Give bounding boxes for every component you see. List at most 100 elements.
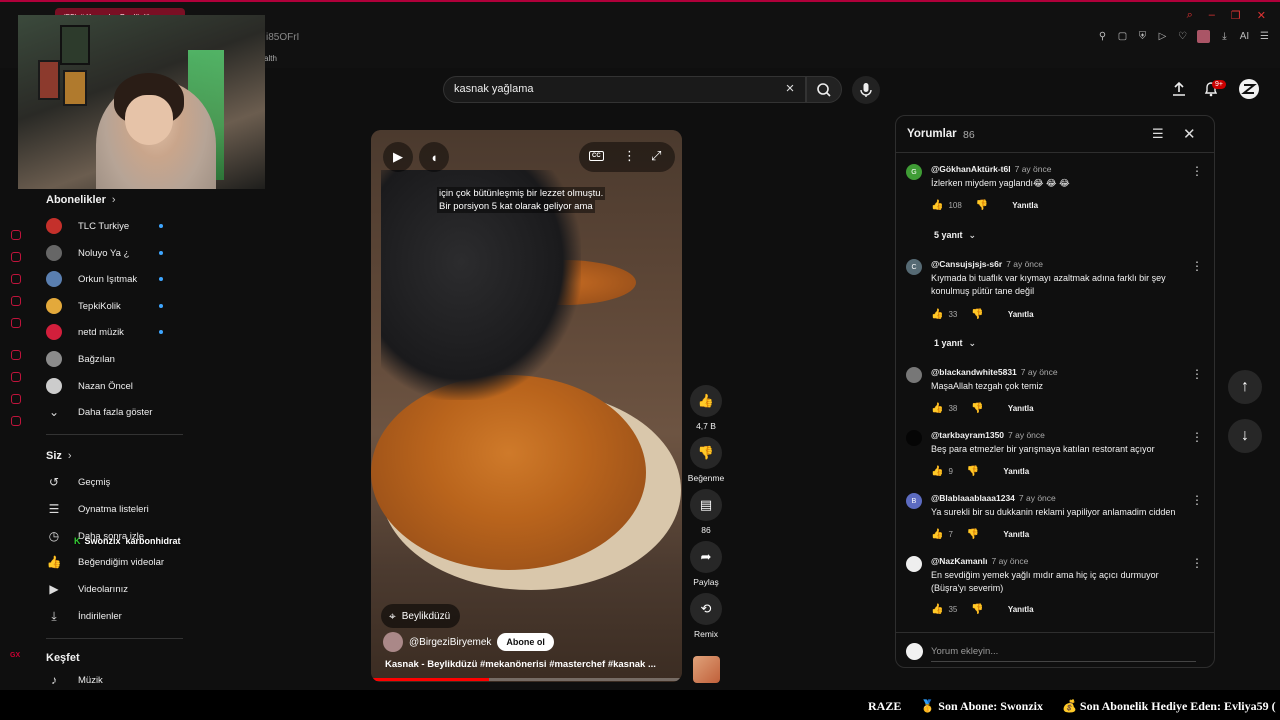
screenshot-icon[interactable]: ▢ <box>1117 31 1128 42</box>
search-icon[interactable]: ⌕ <box>1187 9 1193 22</box>
comment-avatar[interactable] <box>906 556 922 572</box>
thumb-down-icon[interactable]: 👎 <box>971 403 983 414</box>
thumb-up-icon[interactable]: 👍 <box>931 604 943 615</box>
comment-author[interactable]: @blackandwhite5831 <box>931 367 1017 377</box>
thumb-down-icon[interactable]: 👎 <box>967 466 979 477</box>
comment-avatar[interactable] <box>906 430 922 446</box>
sidebar-item-subscription[interactable]: TLC Turkiye <box>46 214 196 238</box>
comment-avatar[interactable]: C <box>906 259 922 275</box>
video-title[interactable]: Kasnak - Beylikdüzü #mekanönerisi #maste… <box>385 659 656 670</box>
sound-thumbnail[interactable] <box>693 656 720 683</box>
sidebar-item-history[interactable]: ↺ Geçmiş <box>46 470 196 494</box>
rail-icon[interactable] <box>11 416 21 426</box>
rail-icon[interactable] <box>11 230 21 240</box>
comment-avatar[interactable]: G <box>906 164 922 180</box>
comment-author[interactable]: @Cansujsjsjs-s6r <box>931 259 1002 269</box>
subscriptions-heading[interactable]: Abonelikler › <box>46 194 116 206</box>
comment-author[interactable]: @GökhanAktürk-t6l <box>931 164 1011 174</box>
volume-button[interactable]: ◖ <box>419 142 449 172</box>
more-options-icon[interactable]: ⋮ <box>1191 556 1203 570</box>
rail-icon[interactable] <box>11 296 21 306</box>
url-text[interactable]: i85OFrI <box>266 32 299 43</box>
sidebar-item-subscription[interactable]: Orkun Işıtmak <box>46 267 196 291</box>
pin-icon[interactable]: ⚲ <box>1097 31 1108 42</box>
search-input[interactable]: kasnak yağlama <box>443 76 806 103</box>
show-more-button[interactable]: ⌄ Daha fazla göster <box>46 400 196 424</box>
comment-avatar[interactable]: B <box>906 493 922 509</box>
comment-author[interactable]: @Blablaaablaaa1234 <box>931 493 1015 503</box>
channel-name[interactable]: @BirgeziBiryemek <box>409 637 491 648</box>
like-button[interactable]: 👍 4,7 B <box>690 385 722 431</box>
sidebar-item-liked-videos[interactable]: 👍 Beğendiğim videolar <box>46 550 196 574</box>
comment-author[interactable]: @NazKamanlı <box>931 556 987 566</box>
view-replies-button[interactable]: 5 yanıt ⌄ <box>934 230 976 241</box>
comment-author[interactable]: @tarkbayram1350 <box>931 430 1004 440</box>
heart-icon[interactable]: ♡ <box>1177 31 1188 42</box>
thumb-down-icon[interactable]: 👎 <box>967 529 979 540</box>
restore-icon[interactable]: ❐ <box>1231 9 1241 22</box>
profile-avatar[interactable] <box>1197 30 1210 43</box>
sidebar-item-subscription[interactable]: Bağzılan <box>46 347 196 371</box>
clear-search-icon[interactable]: × <box>782 81 798 97</box>
dislike-button[interactable]: 👎 Beğenme <box>688 437 724 483</box>
add-comment-input[interactable]: Yorum ekleyin... <box>931 646 1196 662</box>
close-icon[interactable]: ✕ <box>1183 125 1196 143</box>
shorts-video-player[interactable]: için çok bütünleşmiş bir lezzet olmuştu.… <box>371 130 682 682</box>
sort-icon[interactable]: ☰ <box>1152 126 1164 142</box>
rail-icon[interactable] <box>11 252 21 262</box>
comment-avatar[interactable] <box>906 367 922 383</box>
thumb-up-icon[interactable]: 👍 <box>931 466 943 477</box>
more-options-icon[interactable]: ⋮ <box>623 148 636 164</box>
sidebar-item-subscription[interactable]: Noluyo Ya ¿ <box>46 241 196 265</box>
reply-button[interactable]: Yanıtla <box>1008 605 1034 614</box>
video-progress-bar[interactable] <box>371 678 682 681</box>
close-icon[interactable]: ✕ <box>1257 9 1266 22</box>
more-options-icon[interactable]: ⋮ <box>1191 430 1203 444</box>
comments-button[interactable]: ▤ 86 <box>690 489 722 535</box>
fullscreen-icon[interactable]: ⤢ <box>651 148 661 164</box>
thumb-up-icon[interactable]: 👍 <box>931 200 943 211</box>
sidebar-item-subscription[interactable]: Nazan Öncel <box>46 374 196 398</box>
rail-icon[interactable] <box>11 274 21 284</box>
share-button[interactable]: ➦ Paylaş <box>690 541 722 587</box>
more-options-icon[interactable]: ⋮ <box>1191 493 1203 507</box>
minimize-icon[interactable]: – <box>1209 9 1215 22</box>
voice-search-button[interactable] <box>852 76 880 104</box>
reply-button[interactable]: Yanıtla <box>1003 467 1029 476</box>
reply-button[interactable]: Yanıtla <box>1008 404 1034 413</box>
more-options-icon[interactable]: ⋮ <box>1191 367 1203 381</box>
thumb-up-icon[interactable]: 👍 <box>931 309 943 320</box>
rail-icon[interactable] <box>11 318 21 328</box>
thumb-down-icon[interactable]: 👎 <box>976 200 988 211</box>
sidebar-item-downloads[interactable]: ⤓ İndirilenler <box>46 604 196 628</box>
you-heading[interactable]: Siz › <box>46 450 72 462</box>
shield-icon[interactable]: ⛨ <box>1137 31 1148 42</box>
view-replies-button[interactable]: 1 yanıt ⌄ <box>934 338 976 349</box>
play-icon[interactable]: ▷ <box>1157 31 1168 42</box>
sidebar-item-playlists[interactable]: ☰ Oynatma listeleri <box>46 497 196 521</box>
sidebar-item-subscription[interactable]: TepkiKolik <box>46 294 196 318</box>
ai-icon[interactable]: AI <box>1239 31 1250 42</box>
more-options-icon[interactable]: ⋮ <box>1191 259 1203 273</box>
search-button[interactable] <box>806 76 842 103</box>
reply-button[interactable]: Yanıtla <box>1008 310 1034 319</box>
thumb-up-icon[interactable]: 👍 <box>931 403 943 414</box>
rail-icon[interactable] <box>11 372 21 382</box>
next-video-button[interactable]: ↓ <box>1228 419 1262 453</box>
sidebar-item-music[interactable]: ♪ Müzik <box>46 668 196 692</box>
reply-button[interactable]: Yanıtla <box>1003 530 1029 539</box>
subscribe-button[interactable]: Abone ol <box>497 633 554 651</box>
upload-button[interactable] <box>1170 80 1188 100</box>
reply-button[interactable]: Yanıtla <box>1012 201 1038 210</box>
thumb-down-icon[interactable]: 👎 <box>971 309 983 320</box>
account-avatar[interactable] <box>1238 78 1260 99</box>
download-icon[interactable]: ⤓ <box>1219 31 1230 42</box>
thumb-up-icon[interactable]: 👍 <box>931 529 943 540</box>
rail-icon[interactable] <box>11 350 21 360</box>
channel-avatar[interactable] <box>383 632 403 652</box>
sidebar-item-your-videos[interactable]: ▶ Videolarınız <box>46 577 196 601</box>
remix-button[interactable]: ⟲ Remix <box>690 593 722 639</box>
sidebar-item-subscription[interactable]: netd müzik <box>46 320 196 344</box>
location-chip[interactable]: ⌖ Beylikdüzü <box>381 604 461 628</box>
previous-video-button[interactable]: ↑ <box>1228 370 1262 404</box>
